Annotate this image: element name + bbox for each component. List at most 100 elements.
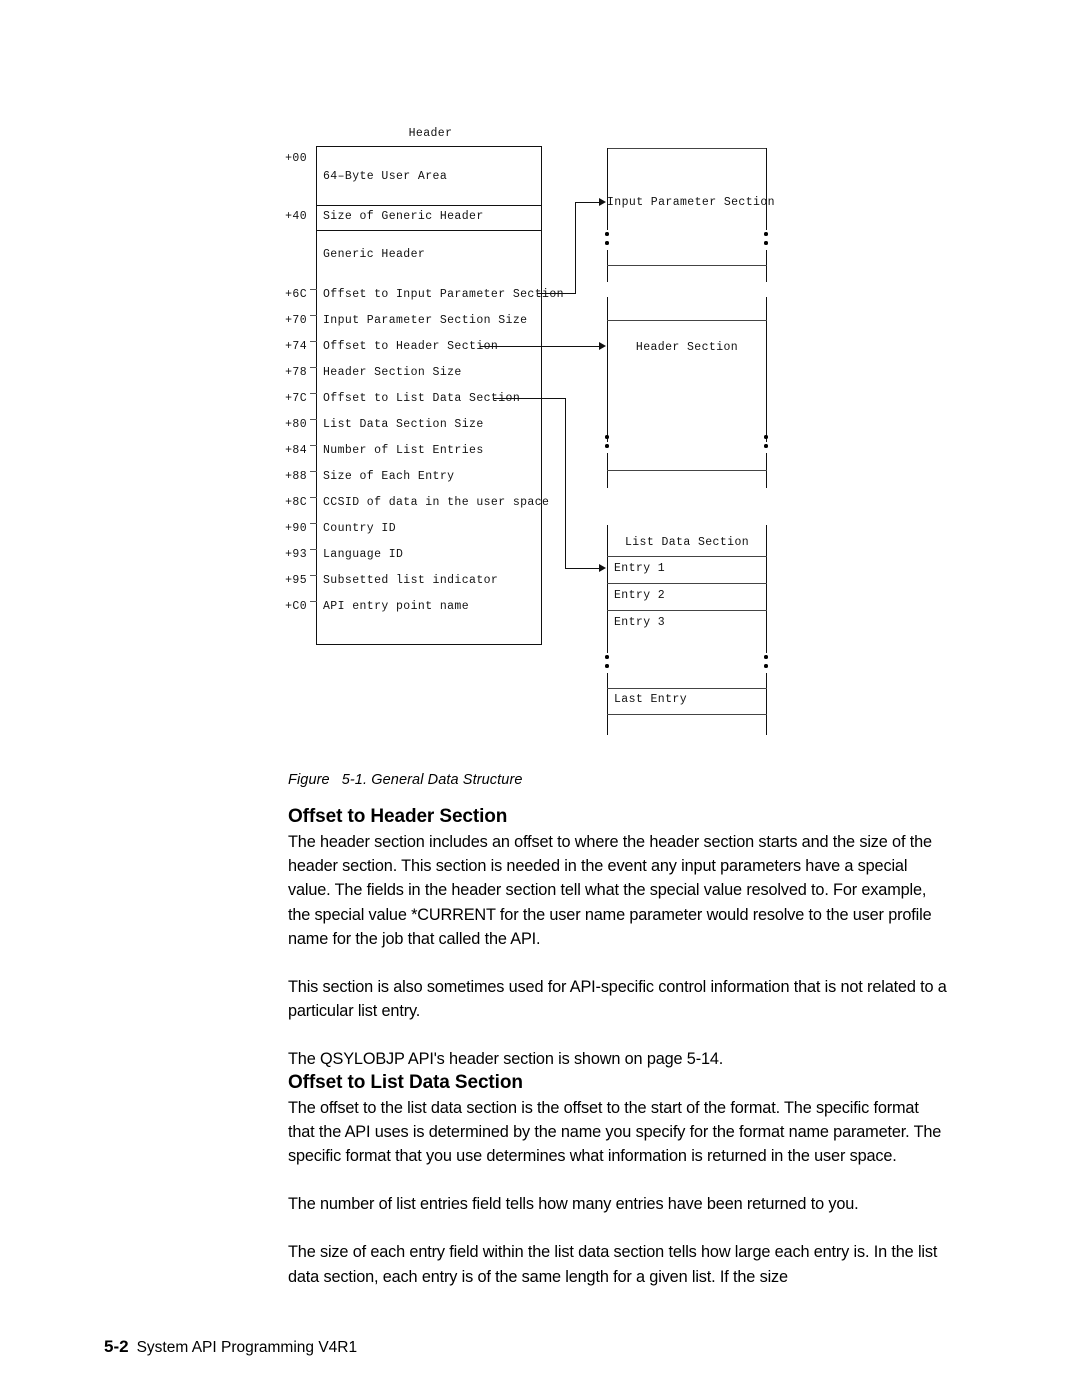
listdata-rule-last-bottom: [607, 714, 767, 715]
list-entry-2: Entry 2: [614, 589, 666, 602]
field-offset-header: Offset to Header Section: [323, 340, 499, 353]
field-country-id: Country ID: [323, 522, 397, 535]
field-ccsid: CCSID of data in the user space: [323, 496, 550, 509]
listdata-rule-header: [607, 556, 767, 557]
paragraph-header-section-3: The QSYLOBJP API's header section is sho…: [288, 1050, 724, 1069]
figure-caption-title: General Data Structure: [371, 772, 523, 788]
field-input-size: Input Parameter Section Size: [323, 314, 528, 327]
offset-tick-78: [310, 367, 317, 368]
offset-label-80: +80: [285, 418, 307, 431]
offset-tick-74: [310, 341, 317, 342]
list-entry-1: Entry 1: [614, 562, 666, 575]
list-entry-3: Entry 3: [614, 616, 666, 629]
offset-label-7c: +7C: [285, 392, 307, 405]
connector-input-h1: [537, 293, 575, 294]
offset-label-78: +78: [285, 366, 307, 379]
header-section-left-a: [607, 297, 608, 442]
listdata-section-left-b: [607, 673, 608, 735]
input-section-break-dot-r1: [764, 232, 768, 236]
field-offset-input: Offset to Input Parameter Section: [323, 288, 564, 301]
figure-caption-prefix: Figure: [288, 772, 330, 788]
offset-tick-88: [310, 471, 317, 472]
listdata-section-right-b: [766, 673, 767, 735]
header-section-label: Header Section: [635, 341, 739, 354]
listdata-break-dot-l2: [605, 664, 609, 668]
offset-label-95: +95: [285, 574, 307, 587]
header-section-bottom-rule: [607, 470, 767, 471]
header-section-right-a: [766, 297, 767, 442]
connector-listdata-v: [565, 398, 566, 568]
offset-label-6c: +6C: [285, 288, 307, 301]
paragraph-header-section-2: This section is also sometimes used for …: [288, 978, 947, 1021]
list-data-section-label: List Data Section: [624, 536, 750, 549]
input-section-right-a: [766, 148, 767, 230]
field-num-entries: Number of List Entries: [323, 444, 484, 457]
offset-label-70: +70: [285, 314, 307, 327]
field-header-size: Header Section Size: [323, 366, 462, 379]
input-section-left-a: [607, 148, 608, 230]
header-section-break-dot-r2: [764, 444, 768, 448]
listdata-break-dot-r1: [764, 655, 768, 659]
offset-tick-90: [310, 523, 317, 524]
offset-label-00: +00: [285, 152, 307, 165]
paragraph-list-data-3: The size of each entry field within the …: [288, 1243, 938, 1286]
listdata-rule-2: [607, 610, 767, 611]
field-entry-size: Size of Each Entry: [323, 470, 455, 483]
offset-tick-7c: [310, 393, 317, 394]
offset-label-74: +74: [285, 340, 307, 353]
connector-listdata-h1: [494, 398, 565, 399]
figure-caption: Figure 5-1. General Data Structure: [288, 772, 523, 788]
header-section-break-dot-r1: [764, 435, 768, 439]
listdata-rule-1: [607, 583, 767, 584]
listdata-break-dot-r2: [764, 664, 768, 668]
footer-book-title: System API Programming V4R1: [136, 1339, 358, 1356]
offset-label-84: +84: [285, 444, 307, 457]
field-generic-hdr-size: Size of Generic Header: [323, 210, 484, 223]
paragraph-list-data-2: The number of list entries field tells h…: [288, 1195, 859, 1214]
field-user-area: 64–Byte User Area: [323, 170, 448, 183]
heading-offset-to-header-section: Offset to Header Section: [288, 806, 508, 827]
paragraph-header-section-1: The header section includes an offset to…: [288, 833, 932, 948]
offset-tick-8c: [310, 497, 317, 498]
offset-tick-70: [310, 315, 317, 316]
input-parameter-section-label: Input Parameter Section: [607, 196, 775, 209]
input-section-break-dot-l2: [605, 241, 609, 245]
heading-offset-to-list-data-section: Offset to List Data Section: [288, 1071, 523, 1093]
list-entry-last: Last Entry: [614, 693, 688, 706]
offset-label-8c: +8C: [285, 496, 307, 509]
header-section-top-rule: [607, 320, 767, 321]
figure-caption-number: 5-1.: [341, 772, 368, 788]
field-generic-header: Generic Header: [323, 248, 426, 261]
offset-tick-80: [310, 419, 317, 420]
field-language-id: Language ID: [323, 548, 404, 561]
offset-label-93: +93: [285, 548, 307, 561]
connector-input-arrow: [599, 198, 606, 206]
field-subsetted: Subsetted list indicator: [323, 574, 499, 587]
offset-tick-c0: [310, 601, 317, 602]
input-section-break-dot-r2: [764, 241, 768, 245]
offset-tick-84: [310, 445, 317, 446]
connector-header-h: [480, 346, 599, 347]
paragraph-list-data-1: The offset to the list data section is t…: [288, 1098, 942, 1166]
offset-tick-6c: [310, 289, 317, 290]
page-footer: 5-2 System API Programming V4R1: [104, 1337, 357, 1357]
input-section-break-dot-l1: [605, 232, 609, 236]
connector-input-h2: [575, 202, 599, 203]
field-offset-listdata: Offset to List Data Section: [323, 392, 521, 405]
connector-listdata-arrow: [599, 564, 606, 572]
footer-page-number: 5-2: [104, 1337, 129, 1356]
offset-tick-95: [310, 575, 317, 576]
offset-label-c0: +C0: [285, 600, 307, 613]
figure-general-data-structure: Header +00 +40 +6C +70 +74 +78 +7C +80 +…: [0, 0, 1080, 760]
offset-label-88: +88: [285, 470, 307, 483]
page-content: Offset to Header Section The header sect…: [288, 806, 949, 1289]
listdata-rule-last-top: [607, 688, 767, 689]
header-box-rule-2: [316, 230, 542, 231]
connector-header-arrow: [599, 342, 606, 350]
input-section-top-rule: [607, 148, 767, 149]
input-section-bottom-rule: [607, 265, 767, 266]
connector-input-v: [575, 202, 576, 294]
offset-label-90: +90: [285, 522, 307, 535]
header-section-break-dot-l1: [605, 435, 609, 439]
header-box-rule-1: [316, 205, 542, 206]
